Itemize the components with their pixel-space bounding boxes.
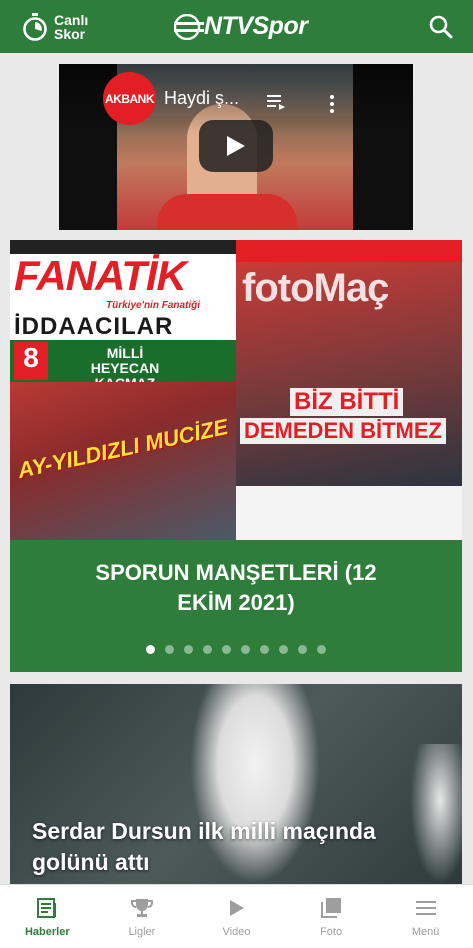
fanatik-cover: FANATİK Türkiye'nin Fanatiği İDDAACILAR …	[10, 240, 236, 540]
app-header: Canlı Skor NTVSpor	[0, 0, 473, 53]
channel-avatar[interactable]: AKBANK	[103, 72, 156, 125]
carousel-dot[interactable]	[203, 645, 212, 654]
live-score-button[interactable]: Canlı Skor	[22, 12, 88, 42]
newspaper-covers: FANATİK Türkiye'nin Fanatiği İDDAACILAR …	[10, 240, 462, 540]
carousel-dot[interactable]	[222, 645, 231, 654]
fotomac-cover: fotoMaç BİZ BİTTİ DEMEDEN BİTMEZ	[236, 240, 462, 540]
fotomac-headline-line2: DEMEDEN BİTMEZ	[240, 418, 446, 444]
carousel-dot[interactable]	[279, 645, 288, 654]
news-icon	[35, 896, 59, 920]
fanatik-promo: 8 MİLLİ HEYECAN KAÇMAZ	[10, 340, 236, 391]
fanatik-page-number: 8	[14, 342, 48, 380]
fanatik-masthead: FANATİK	[10, 254, 236, 298]
tab-label: Ligler	[128, 925, 156, 938]
tab-label: Video	[222, 925, 251, 938]
news-card[interactable]: Serdar Dursun ilk milli maçında golünü a…	[10, 684, 462, 884]
fotomac-masthead: fotoMaç	[242, 266, 389, 310]
video-play-button[interactable]	[199, 120, 273, 172]
promo-line2: HEYECAN	[90, 360, 160, 376]
video-embed[interactable]: AKBANK Haydi ş...	[59, 64, 413, 230]
tab-label: Foto	[320, 925, 343, 938]
ntvspor-logo[interactable]: NTVSpor	[174, 12, 308, 41]
tab-foto[interactable]: Foto	[284, 885, 379, 948]
live-score-label: Canlı Skor	[54, 13, 88, 41]
more-options-icon[interactable]	[329, 94, 335, 114]
logo-text: NTVSpor	[204, 12, 308, 40]
promo-line1: MİLLİ	[106, 345, 144, 361]
headlines-carousel[interactable]: FANATİK Türkiye'nin Fanatiği İDDAACILAR …	[10, 240, 462, 672]
video-thumbnail-shirt	[157, 194, 297, 230]
stopwatch-icon	[23, 13, 47, 41]
carousel-dot[interactable]	[184, 645, 193, 654]
fotomac-headline-line1: BİZ BİTTİ	[290, 388, 404, 416]
tab-label: Haberler	[24, 925, 70, 938]
photo-icon	[319, 896, 343, 920]
tab-label: Menü	[411, 925, 440, 938]
video-title[interactable]: Haydi ş...	[164, 88, 239, 109]
carousel-dot[interactable]	[165, 645, 174, 654]
carousel-dot[interactable]	[241, 645, 250, 654]
tab-ligler[interactable]: Ligler	[95, 885, 190, 948]
carousel-dot[interactable]	[146, 645, 155, 654]
carousel-dot[interactable]	[260, 645, 269, 654]
play-icon	[224, 896, 248, 920]
fanatik-subtitle: Türkiye'nin Fanatiği	[106, 300, 201, 311]
carousel-headline[interactable]: SPORUN MANŞETLERİ (12 EKİM 2021)	[10, 558, 462, 618]
carousel-pagination	[10, 645, 462, 654]
live-score-line1: Canlı	[54, 12, 89, 28]
carousel-dot[interactable]	[298, 645, 307, 654]
fotomac-top-strip	[236, 240, 462, 262]
carousel-dot[interactable]	[317, 645, 326, 654]
menu-icon	[414, 896, 438, 920]
tab-menü[interactable]: Menü	[378, 885, 473, 948]
playlist-queue-icon[interactable]	[267, 94, 285, 110]
fotomac-bottom-news	[236, 486, 462, 540]
search-icon[interactable]	[428, 14, 454, 40]
tab-haberler[interactable]: Haberler	[0, 885, 95, 948]
play-icon	[227, 136, 245, 156]
news-title[interactable]: Serdar Dursun ilk milli maçında golünü a…	[32, 816, 432, 878]
logo-mark-icon	[174, 13, 204, 40]
tab-video[interactable]: Video	[189, 885, 284, 948]
bottom-tab-bar: Haberler Ligler Video Foto Menü	[0, 884, 473, 948]
fanatik-banner: İDDAACILAR	[10, 314, 236, 340]
trophy-icon	[130, 896, 154, 920]
live-score-line2: Skor	[54, 26, 86, 42]
